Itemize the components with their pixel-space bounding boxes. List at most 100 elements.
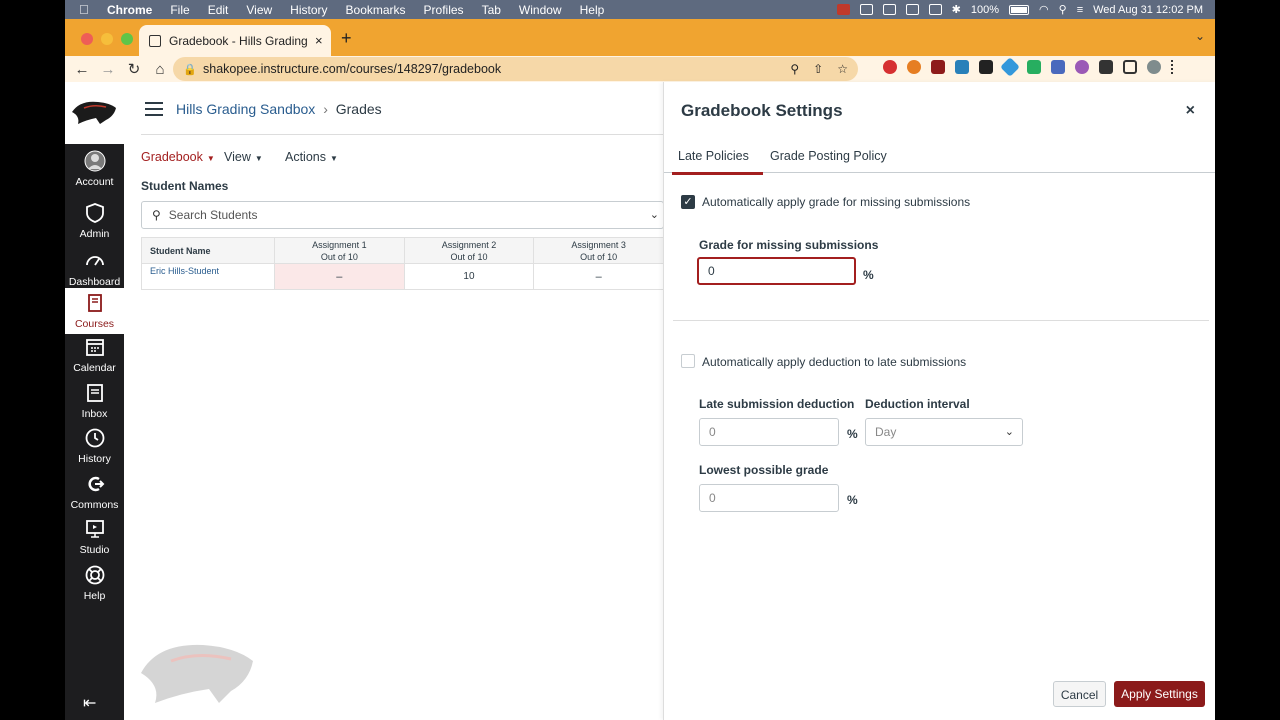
minimize-window-button[interactable]	[101, 33, 113, 45]
column-header-assignment-2[interactable]: Assignment 2 Out of 10	[403, 237, 535, 264]
column-header-assignment-1[interactable]: Assignment 1 Out of 10	[274, 237, 405, 264]
school-logo-icon	[72, 101, 116, 124]
menu-app[interactable]: Chrome	[107, 3, 152, 17]
column-header-student[interactable]: Student Name	[141, 237, 275, 264]
nav-calendar[interactable]: Calendar	[65, 336, 124, 374]
close-tab-icon[interactable]: ×	[315, 33, 323, 48]
apply-settings-button[interactable]: Apply Settings	[1114, 681, 1205, 707]
missing-grade-input[interactable]: 0	[697, 257, 856, 285]
menu-history[interactable]: History	[290, 3, 327, 17]
nav-history[interactable]: History	[65, 427, 124, 465]
menu-profiles[interactable]: Profiles	[424, 3, 464, 17]
nav-help[interactable]: Help	[65, 564, 124, 602]
browser-tab[interactable]: Gradebook - Hills Grading Sand ×	[139, 25, 331, 56]
menu-file[interactable]: File	[170, 3, 189, 17]
share-icon[interactable]: ⇧	[813, 62, 823, 76]
url-text[interactable]: shakopee.instructure.com/courses/148297/…	[203, 62, 501, 76]
clock[interactable]: Wed Aug 31 12:02 PM	[1093, 4, 1203, 16]
chevron-down-icon[interactable]: ⌄	[650, 208, 659, 221]
menu-edit[interactable]: Edit	[208, 3, 229, 17]
breadcrumb-course-link[interactable]: Hills Grading Sandbox	[176, 101, 315, 117]
assignment-points: Out of 10	[320, 251, 358, 262]
gradebook-main: Hills Grading Sandbox › Grades Gradebook…	[124, 82, 664, 720]
profile-avatar-icon[interactable]	[1147, 60, 1161, 74]
extension-shield-icon[interactable]	[931, 60, 945, 74]
nav-dashboard[interactable]: Dashboard	[65, 250, 124, 288]
tab-late-policies[interactable]: Late Policies	[672, 149, 763, 175]
record-icon[interactable]	[836, 4, 850, 15]
clipboard-icon[interactable]	[905, 4, 919, 15]
close-icon[interactable]: ×	[1186, 102, 1195, 120]
late-deduction-input[interactable]: 0	[699, 418, 839, 446]
forward-icon[interactable]: →	[95, 61, 121, 78]
menu-help[interactable]: Help	[580, 3, 605, 17]
bookmark-star-icon[interactable]: ☆	[837, 62, 848, 76]
grade-cell[interactable]: –	[533, 263, 664, 290]
extension-red-icon[interactable]	[883, 60, 897, 74]
extension-w-icon[interactable]	[955, 60, 969, 74]
sidepanel-icon[interactable]	[1123, 60, 1137, 74]
menu-tab[interactable]: Tab	[482, 3, 501, 17]
nav-commons[interactable]: Commons	[65, 473, 124, 511]
gradebook-menu-label: Gradebook	[141, 150, 203, 164]
extension-translate-icon[interactable]	[1051, 60, 1065, 74]
control-center-icon[interactable]: ≡	[1077, 4, 1083, 16]
hamburger-menu-icon[interactable]	[145, 102, 163, 116]
new-tab-icon[interactable]: +	[341, 28, 352, 49]
home-icon[interactable]: ⌂	[147, 61, 173, 78]
search-students-input[interactable]: ⚲ Search Students ⌄	[141, 201, 664, 229]
shape-icon[interactable]	[859, 4, 873, 15]
battery-icon[interactable]	[1009, 4, 1030, 15]
missing-submissions-label[interactable]: Automatically apply grade for missing su…	[702, 195, 970, 209]
close-window-button[interactable]	[81, 33, 93, 45]
extensions-puzzle-icon[interactable]	[1099, 60, 1113, 74]
nav-account[interactable]: Account	[65, 150, 124, 188]
apple-icon[interactable]: 	[79, 2, 93, 17]
menu-bookmarks[interactable]: Bookmarks	[346, 3, 406, 17]
maximize-window-button[interactable]	[121, 33, 133, 45]
kebab-menu-icon[interactable]	[1171, 60, 1175, 74]
late-submissions-checkbox[interactable]	[681, 354, 695, 368]
grade-cell-missing[interactable]: –	[274, 263, 405, 290]
back-icon[interactable]: ←	[69, 61, 95, 78]
extension-green-icon[interactable]	[1027, 60, 1041, 74]
tab-search-chevron-icon[interactable]: ⌄	[1195, 29, 1205, 43]
deduction-interval-select[interactable]: Day ⌄	[865, 418, 1023, 446]
drive-icon[interactable]	[882, 4, 896, 15]
zoom-icon[interactable]: ⚲	[790, 62, 799, 76]
address-bar[interactable]: 🔒 shakopee.instructure.com/courses/14829…	[173, 57, 858, 81]
column-header-assignment-3[interactable]: Assignment 3 Out of 10	[533, 237, 664, 264]
extension-purple-icon[interactable]	[1075, 60, 1089, 74]
nav-admin[interactable]: Admin	[65, 202, 124, 240]
late-submissions-label[interactable]: Automatically apply deduction to late su…	[702, 355, 966, 369]
collapse-nav-icon[interactable]: ⇤	[83, 693, 96, 713]
view-menu[interactable]: View ▼	[224, 150, 263, 164]
nav-calendar-label: Calendar	[73, 362, 116, 374]
window-icon[interactable]	[928, 4, 942, 15]
bluetooth-icon[interactable]: ✱	[952, 3, 961, 16]
nav-inbox[interactable]: Inbox	[65, 382, 124, 420]
student-name-link[interactable]: Eric Hills-Student	[141, 263, 275, 290]
tab-grade-posting-policy[interactable]: Grade Posting Policy	[770, 149, 887, 163]
browser-toolbar: ← → ↻ ⌂ 🔒 shakopee.instructure.com/cours…	[65, 56, 1215, 82]
lowest-grade-input[interactable]: 0	[699, 484, 839, 512]
nav-studio[interactable]: Studio	[65, 518, 124, 556]
gradebook-menu[interactable]: Gradebook ▼	[141, 150, 215, 164]
wifi-icon[interactable]: ◠	[1039, 3, 1049, 16]
grade-cell[interactable]: 10	[403, 263, 535, 290]
menu-view[interactable]: View	[246, 3, 272, 17]
logo-area[interactable]	[65, 82, 124, 144]
percent-sign: %	[847, 493, 858, 507]
missing-submissions-checkbox[interactable]: ✓	[681, 195, 695, 209]
extension-orange-icon[interactable]	[907, 60, 921, 74]
extension-diamond-icon[interactable]	[1000, 57, 1020, 77]
reload-icon[interactable]: ↻	[121, 60, 147, 78]
cancel-button[interactable]: Cancel	[1053, 681, 1106, 707]
search-icon[interactable]: ⚲	[1059, 3, 1067, 16]
nav-courses[interactable]: Courses	[65, 288, 124, 334]
lock-icon[interactable]: 🔒	[183, 63, 197, 76]
actions-menu[interactable]: Actions ▼	[285, 150, 338, 164]
extension-square-icon[interactable]	[979, 60, 993, 74]
search-icon: ⚲	[152, 208, 161, 222]
menu-window[interactable]: Window	[519, 3, 562, 17]
